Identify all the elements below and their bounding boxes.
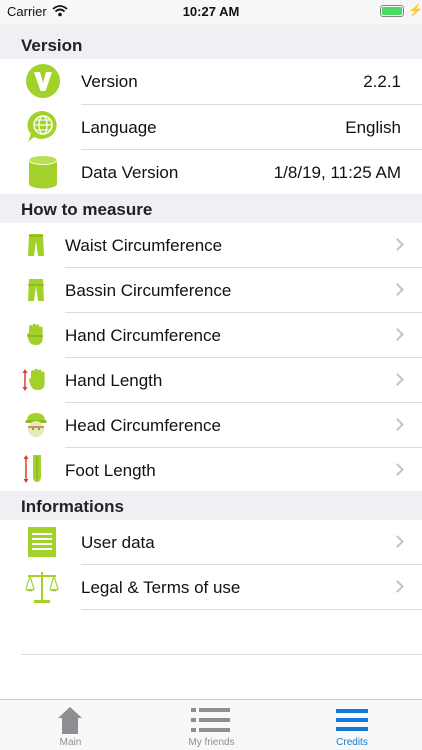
battery-icon (380, 5, 404, 17)
house-icon (56, 705, 84, 740)
row-label: Bassin Circumference (65, 281, 232, 300)
chevron-right-icon (391, 418, 404, 431)
clock-time: 10:27 AM (182, 4, 240, 19)
scales-icon (24, 569, 60, 610)
head-icon (25, 412, 47, 443)
separator (21, 654, 422, 655)
chevron-right-icon (391, 283, 404, 296)
tab-my-friends[interactable]: My friends (141, 700, 282, 750)
tab-bar: Main My friends Credits (0, 699, 422, 750)
foot-length-row[interactable]: Foot Length (0, 448, 422, 491)
head-circumference-row[interactable]: Head Circumference (0, 403, 422, 447)
bassin-circumference-row[interactable]: Bassin Circumference (0, 268, 422, 312)
row-value: 1/8/19, 11:25 AM (273, 163, 401, 182)
row-label: Waist Circumference (65, 236, 223, 255)
tab-label: My friends (188, 737, 235, 748)
section-title: How to measure (21, 200, 153, 219)
tab-credits[interactable]: Credits (282, 700, 422, 750)
row-label: Foot Length (65, 461, 156, 480)
user-data-row[interactable]: User data (0, 520, 422, 564)
row-value: English (345, 118, 401, 137)
pants-icon (27, 278, 45, 307)
version-v-icon (25, 63, 61, 104)
status-bar: Carrier 10:27 AM ⚡ (0, 0, 422, 24)
row-label: Data Version (81, 163, 179, 182)
list-icon (191, 708, 231, 739)
chevron-right-icon (391, 535, 404, 548)
pants-icon (27, 233, 45, 262)
separator (81, 609, 422, 610)
hand-icon (26, 323, 46, 352)
chevron-right-icon (391, 328, 404, 341)
charging-icon: ⚡ (408, 3, 422, 17)
measure-section-header: How to measure (0, 194, 422, 223)
row-label: Hand Length (65, 371, 163, 390)
chevron-right-icon (391, 580, 404, 593)
tab-label: Main (59, 737, 82, 748)
menu-lines-icon (336, 709, 368, 738)
hand-length-icon (22, 367, 48, 398)
hand-circumference-row[interactable]: Hand Circumference (0, 313, 422, 357)
row-label: Hand Circumference (65, 326, 221, 345)
data-version-row: Data Version 1/8/19, 11:25 AM (0, 150, 422, 194)
section-title: Informations (21, 497, 124, 516)
row-label: User data (81, 533, 155, 552)
waist-circumference-row[interactable]: Waist Circumference (0, 223, 422, 267)
chevron-right-icon (391, 463, 404, 476)
row-label: Version (81, 72, 138, 91)
row-label: Legal & Terms of use (81, 578, 241, 597)
legal-terms-row[interactable]: Legal & Terms of use (0, 565, 422, 609)
chevron-right-icon (391, 373, 404, 386)
document-list-icon (27, 526, 57, 563)
globe-speech-icon (25, 109, 61, 150)
tab-main[interactable]: Main (0, 700, 141, 750)
version-section-header: Version (0, 24, 422, 59)
database-icon (28, 155, 58, 194)
hand-length-row[interactable]: Hand Length (0, 358, 422, 402)
version-row: Version 2.2.1 (0, 59, 422, 104)
section-title: Version (21, 36, 83, 55)
foot-length-icon (22, 453, 48, 490)
tab-label: Credits (336, 737, 368, 748)
info-section-header: Informations (0, 491, 422, 520)
chevron-right-icon (391, 238, 404, 251)
row-value: 2.2.1 (363, 72, 401, 91)
row-label: Head Circumference (65, 416, 221, 435)
row-label: Language (81, 118, 157, 137)
language-row[interactable]: Language English (0, 105, 422, 149)
